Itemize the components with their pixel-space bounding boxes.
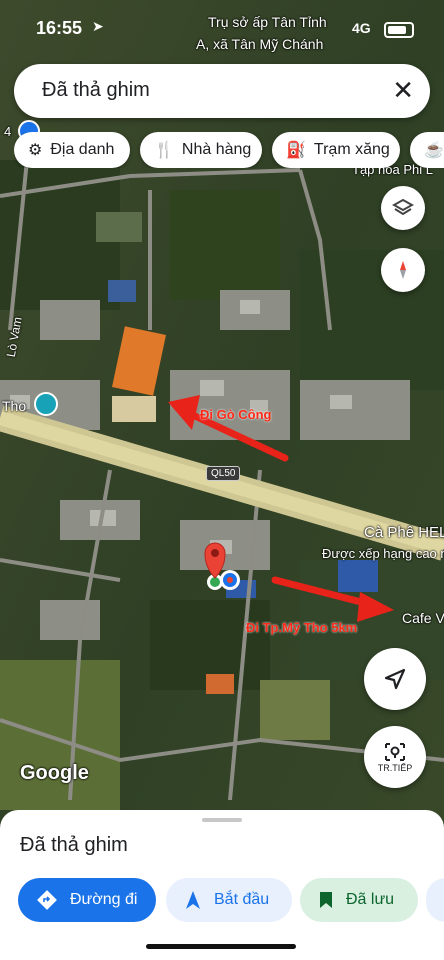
bottom-sheet[interactable]: Đã thả ghim Đường đi Bắt đầu Đã lưu — [0, 810, 444, 960]
landmark-icon[interactable] — [34, 392, 58, 416]
compass-icon — [400, 261, 406, 279]
annotation-go-cong: Đi Gò Công — [200, 407, 272, 422]
layers-icon — [392, 198, 414, 216]
saved-label: Đã lưu — [346, 891, 395, 908]
directions-label: Đường đi — [70, 891, 138, 908]
bookmark-icon — [320, 892, 332, 908]
directions-button[interactable]: Đường đi — [18, 878, 156, 922]
coffee-icon: ☕ — [424, 142, 444, 159]
chip-nha-hang[interactable]: 🍴 Nhà hàng — [140, 132, 262, 168]
left-edge-number: 4 — [4, 124, 12, 139]
directions-icon — [37, 890, 57, 910]
search-query[interactable]: Đã thả ghim — [42, 79, 150, 102]
google-logo: Google — [20, 762, 89, 784]
more-button[interactable] — [426, 878, 444, 922]
saved-button[interactable]: Đã lưu — [300, 878, 418, 922]
restaurant-icon: 🍴 — [154, 142, 174, 159]
poi-label-cafe-hele[interactable]: Cà Phê HELE — [364, 524, 444, 541]
annotation-my-tho: Đi Tp.Mỹ Tho 5km — [246, 620, 358, 635]
road-label-ql50: QL50 — [211, 468, 236, 479]
street-view-label: TR.TIẾP — [377, 763, 413, 773]
home-indicator — [146, 944, 296, 949]
search-bar[interactable]: Đã thả ghim ✕ — [14, 64, 430, 118]
chip-dia-danh[interactable]: ⚙ Địa danh — [14, 132, 130, 168]
navigation-arrow-icon — [384, 668, 406, 690]
start-button[interactable]: Bắt đầu — [166, 878, 292, 922]
sheet-title: Đã thả ghim — [20, 834, 128, 856]
layers-button[interactable] — [381, 186, 425, 230]
gas-station-icon: ⛽ — [286, 142, 306, 159]
start-label: Bắt đầu — [214, 891, 270, 908]
poi-label-rated: Được xếp hạng cao nh — [322, 546, 444, 561]
street-view-button[interactable]: TR.TIẾP — [364, 726, 426, 788]
chip-tram-xang[interactable]: ⛽ Trạm xăng — [272, 132, 400, 168]
category-chips: ⚙ Địa danh 🍴 Nhà hàng ⛽ Trạm xăng ☕ — [14, 132, 444, 168]
chip-label: Trạm xăng — [313, 141, 390, 158]
street-view-icon — [385, 743, 405, 761]
chip-label: Nhà hàng — [181, 141, 252, 158]
navigation-arrow-icon — [186, 891, 200, 909]
status-time: 16:55 — [36, 18, 83, 38]
chip-label: Địa danh — [50, 141, 115, 158]
my-location-button[interactable] — [364, 648, 426, 710]
chip-cafe[interactable]: ☕ — [410, 132, 444, 168]
compass-button[interactable] — [381, 248, 425, 292]
network-label: 4G — [352, 20, 371, 36]
landmark-icon: ⚙ — [28, 142, 43, 159]
poi-label-tho[interactable]: Tho — [2, 398, 26, 414]
location-arrow-icon: ➤ — [92, 18, 104, 34]
sheet-grab-handle[interactable] — [202, 818, 242, 822]
road-shield-ql50: QL50 — [206, 466, 241, 481]
poi-label-cafe-v[interactable]: Cafe V — [402, 610, 444, 626]
battery-icon — [384, 22, 414, 38]
status-bar: 16:55 ➤ 4G — [0, 0, 444, 44]
close-icon[interactable]: ✕ — [392, 76, 414, 104]
